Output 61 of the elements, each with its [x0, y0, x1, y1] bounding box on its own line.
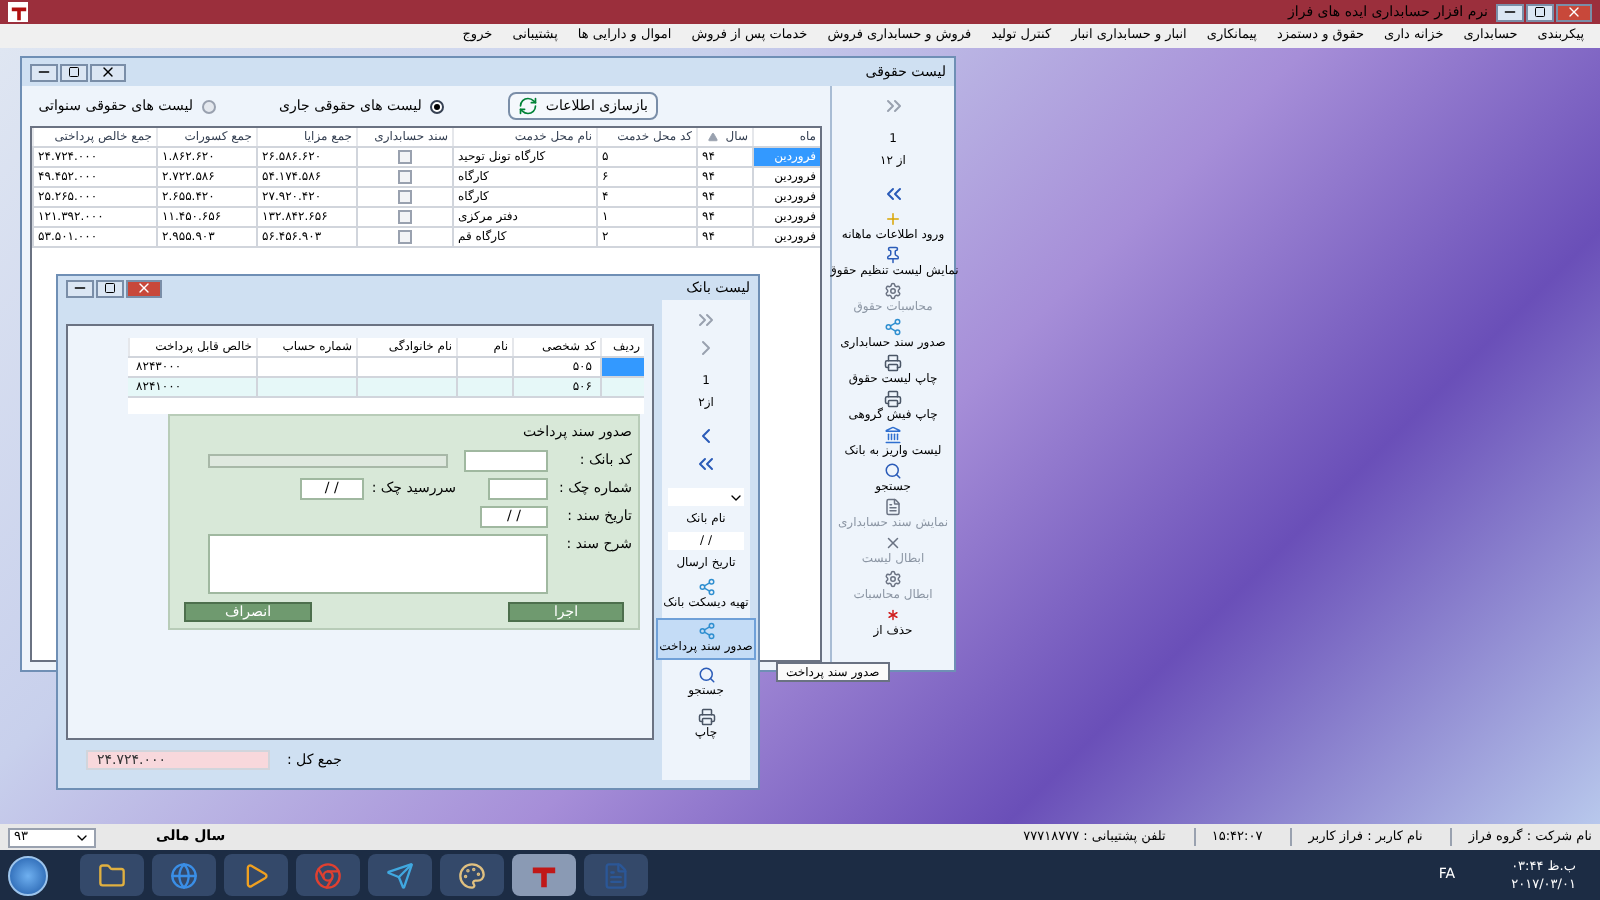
palette-icon — [458, 861, 486, 889]
close-icon — [100, 64, 116, 80]
printer-icon — [884, 390, 902, 408]
browser-icon — [314, 861, 342, 889]
cross-icon — [884, 534, 902, 552]
radio-button[interactable] — [429, 99, 444, 113]
radio-button[interactable] — [201, 99, 216, 113]
last-page-icon[interactable] — [881, 94, 905, 118]
taskbar-app[interactable] — [224, 854, 288, 896]
taskbar-app[interactable] — [296, 854, 360, 896]
maximize-icon — [1534, 6, 1546, 18]
taskbar-app[interactable] — [368, 854, 432, 896]
share-icon — [697, 622, 715, 640]
checkbox[interactable] — [398, 190, 412, 204]
asterisk-icon — [884, 606, 902, 624]
close-icon — [1566, 4, 1582, 20]
checkbox[interactable] — [398, 150, 412, 164]
taskbar-app[interactable] — [80, 854, 144, 896]
globe-icon — [170, 861, 198, 889]
close-button[interactable] — [90, 63, 126, 81]
taskbar-app[interactable] — [152, 854, 216, 896]
plus-icon — [884, 210, 902, 228]
search-icon — [884, 462, 903, 480]
pin-icon — [884, 246, 902, 264]
maximize-button[interactable] — [60, 63, 88, 81]
description-field[interactable] — [208, 533, 548, 593]
maximize-icon — [104, 282, 116, 294]
maximize-button[interactable] — [96, 279, 124, 297]
printer-icon — [884, 354, 903, 372]
start-button[interactable] — [8, 855, 48, 895]
document-icon — [884, 498, 902, 516]
share-icon — [697, 578, 715, 596]
maximize-button[interactable] — [1526, 3, 1554, 21]
play-icon — [242, 861, 270, 889]
minimize-button[interactable] — [66, 279, 94, 297]
minimize-button[interactable] — [1496, 3, 1524, 21]
taskbar-app[interactable] — [440, 854, 504, 896]
refresh-icon — [517, 96, 538, 116]
paper-plane-icon — [386, 861, 414, 889]
gear-icon — [884, 570, 902, 588]
checkbox[interactable] — [398, 210, 412, 224]
sort-icon — [707, 132, 718, 142]
share-icon — [884, 318, 902, 336]
bank-code-field[interactable] — [464, 449, 548, 471]
minimize-button[interactable] — [30, 63, 58, 81]
close-icon — [136, 280, 152, 296]
checkbox[interactable] — [398, 230, 412, 244]
gear-icon — [884, 282, 903, 300]
maximize-icon — [68, 66, 80, 78]
bank-icon — [884, 426, 903, 444]
folder-icon — [98, 861, 126, 889]
first-page-icon[interactable] — [694, 452, 718, 476]
document-icon — [602, 861, 630, 889]
checkbox[interactable] — [398, 170, 412, 184]
close-button[interactable] — [1556, 3, 1592, 21]
printer-icon — [697, 708, 715, 726]
app-logo-icon — [8, 2, 28, 22]
check-number-field[interactable] — [488, 477, 548, 499]
last-page-icon[interactable] — [694, 308, 718, 332]
first-page-icon[interactable] — [881, 182, 905, 206]
search-icon — [697, 666, 716, 684]
